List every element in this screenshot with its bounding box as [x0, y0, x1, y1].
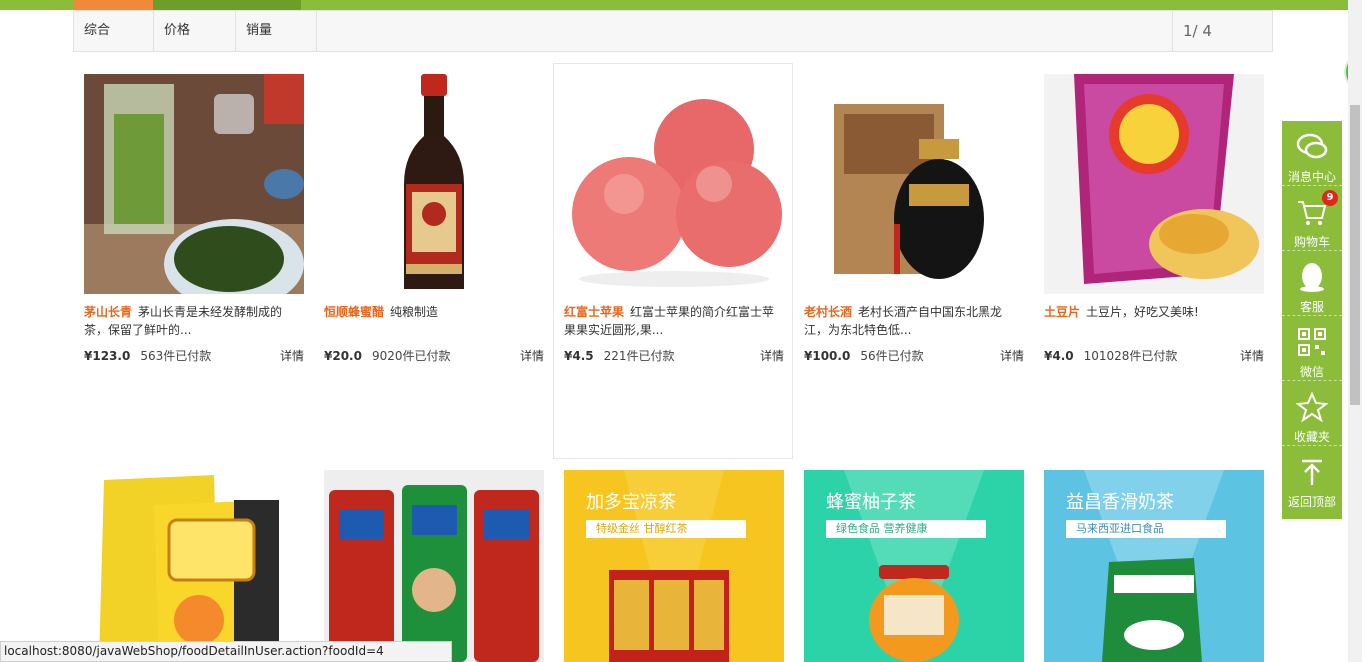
- sort-bar: 综合 价格 销量 1/ 4: [73, 10, 1273, 52]
- right-toolbar: 消息中心 9 购物车 客服 微信 收藏夹 返回顶部: [1282, 121, 1342, 519]
- customer-service-button[interactable]: 客服: [1282, 251, 1342, 316]
- product-sold: 56件已付款: [860, 349, 924, 363]
- detail-link[interactable]: 详情: [520, 348, 544, 364]
- product-image-mashed-potato[interactable]: [84, 470, 304, 662]
- product-card[interactable]: 老村长酒 老村长酒产自中国东北黑龙江，为东北特色低... ¥100.0 56件已付款…: [794, 64, 1034, 460]
- wechat-button[interactable]: 微信: [1282, 316, 1342, 381]
- product-card[interactable]: 恒顺蜂蜜醋 纯粮制造 ¥20.0 9020件已付款 详情: [314, 64, 554, 460]
- cart-button[interactable]: 9 购物车: [1282, 186, 1342, 251]
- chat-icon: [1296, 133, 1328, 159]
- product-sold: 221件已付款: [603, 349, 675, 363]
- product-image-copico[interactable]: [324, 470, 544, 662]
- detail-link[interactable]: 详情: [1240, 348, 1264, 364]
- product-image-jdb[interactable]: 加多宝凉茶 特级金丝 甘醇红茶: [564, 470, 784, 662]
- detail-link[interactable]: 详情: [280, 348, 304, 364]
- product-name[interactable]: 老村长酒: [804, 305, 852, 319]
- detail-link[interactable]: 详情: [1000, 348, 1024, 364]
- promo-tag: 特级金丝 甘醇红茶: [586, 520, 746, 538]
- product-image-milk-tea[interactable]: 益昌香滑奶茶 马来西亚进口食品: [1044, 470, 1264, 662]
- product-name[interactable]: 恒顺蜂蜜醋: [324, 305, 384, 319]
- cart-badge: 9: [1322, 190, 1338, 206]
- product-price: ¥4.5: [564, 349, 594, 363]
- product-card[interactable]: 益昌香滑奶茶 马来西亚进口食品: [1034, 460, 1274, 662]
- star-icon: [1296, 391, 1328, 423]
- sort-sales[interactable]: 销量: [236, 11, 317, 51]
- page-indicator: 1/ 4: [1172, 11, 1272, 51]
- product-sold: 563件已付款: [140, 349, 212, 363]
- qq-icon: [1300, 263, 1324, 292]
- product-name[interactable]: 土豆片: [1044, 305, 1080, 319]
- sidebar-label: 购物车: [1293, 235, 1330, 249]
- product-card[interactable]: [314, 460, 554, 662]
- sidebar-label: 返回顶部: [1287, 495, 1336, 509]
- product-name[interactable]: 红富士苹果: [564, 305, 624, 319]
- sidebar-label: 消息中心: [1287, 170, 1336, 184]
- arrow-up-icon: [1302, 459, 1322, 485]
- top-bar-segment: [153, 0, 301, 10]
- sidebar-label: 客服: [1299, 300, 1324, 314]
- product-image-chips[interactable]: [1044, 74, 1264, 294]
- promo-title: 加多宝凉茶: [586, 492, 676, 513]
- favorites-button[interactable]: 收藏夹: [1282, 381, 1342, 446]
- product-image-apple[interactable]: [564, 74, 784, 294]
- product-price: ¥100.0: [804, 349, 851, 363]
- promo-tag: 马来西亚进口食品: [1066, 520, 1226, 538]
- product-card-hovered[interactable]: 红富士苹果 红富士苹果的简介红富士苹果果实近圆形,果... ¥4.5 221件已付款…: [553, 63, 793, 459]
- detail-link[interactable]: 详情: [760, 348, 784, 364]
- product-image-tea[interactable]: [84, 74, 304, 294]
- sidebar-label: 微信: [1299, 365, 1324, 379]
- product-price: ¥4.0: [1044, 349, 1074, 363]
- product-image-vinegar[interactable]: [324, 74, 544, 294]
- status-bar-url: localhost:8080/javaWebShop/foodDetailInU…: [0, 641, 452, 662]
- product-card[interactable]: 茅山长青 茅山长青是未经发酵制成的茶，保留了鲜叶的... ¥123.0 563件已付…: [74, 64, 314, 460]
- promo-title: 蜂蜜柚子茶: [826, 492, 916, 513]
- scrollbar-thumb[interactable]: [1350, 105, 1360, 405]
- sidebar-label: 收藏夹: [1293, 430, 1330, 444]
- product-card[interactable]: 土豆片 土豆片，好吃又美味! ¥4.0 101028件已付款 详情: [1034, 64, 1274, 460]
- promo-tag: 绿色食品 营养健康: [826, 520, 986, 538]
- product-price: ¥20.0: [324, 349, 362, 363]
- top-bar-highlight: [73, 0, 153, 10]
- sort-price[interactable]: 价格: [154, 11, 236, 51]
- product-sold: 101028件已付款: [1083, 349, 1178, 363]
- product-desc: 土豆片，好吃又美味!: [1086, 305, 1199, 319]
- sort-comprehensive[interactable]: 综合: [74, 11, 154, 51]
- product-sold: 9020件已付款: [371, 349, 451, 363]
- product-desc: 纯粮制造: [390, 305, 439, 319]
- product-image-honey-tea[interactable]: 蜂蜜柚子茶 绿色食品 营养健康: [804, 470, 1024, 662]
- product-price: ¥123.0: [84, 349, 131, 363]
- product-card[interactable]: 蜂蜜柚子茶 绿色食品 营养健康: [794, 460, 1034, 662]
- top-color-bar: [0, 0, 1348, 10]
- product-name[interactable]: 茅山长青: [84, 305, 132, 319]
- promo-title: 益昌香滑奶茶: [1066, 492, 1174, 513]
- product-card[interactable]: 加多宝凉茶 特级金丝 甘醇红茶: [554, 460, 794, 662]
- product-card[interactable]: [74, 460, 314, 662]
- qrcode-icon: [1298, 328, 1326, 356]
- product-image-liquor[interactable]: [804, 74, 1024, 294]
- message-center-button[interactable]: 消息中心: [1282, 121, 1342, 186]
- back-to-top-button[interactable]: 返回顶部: [1282, 446, 1342, 511]
